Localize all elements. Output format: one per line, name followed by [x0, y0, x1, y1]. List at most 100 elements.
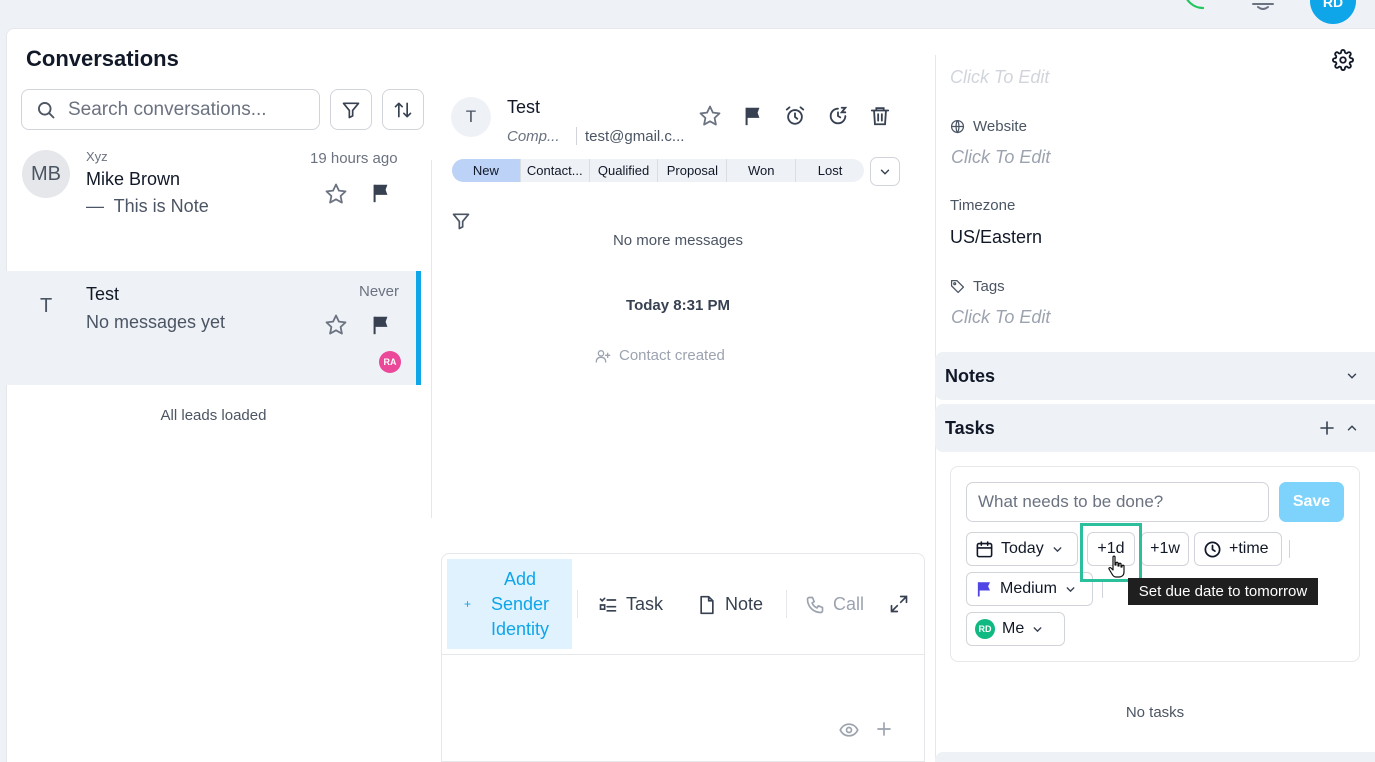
- flag-icon[interactable]: [370, 314, 392, 336]
- clock-icon: [1203, 540, 1222, 559]
- add-sender-identity-label: Add Sender Identity: [490, 568, 550, 639]
- chevron-down-icon: [1031, 623, 1044, 636]
- gear-icon[interactable]: [1332, 49, 1354, 71]
- note-tab[interactable]: Note: [697, 594, 763, 615]
- call-tab-label: Call: [833, 594, 865, 614]
- conversation-company: Xyz: [86, 149, 108, 164]
- add-time-button[interactable]: +time: [1194, 532, 1282, 566]
- truncated-field: Click To Edit: [950, 55, 1150, 95]
- user-plus-icon: [595, 348, 611, 364]
- bell-icon[interactable]: [1250, 0, 1276, 10]
- message-editor[interactable]: [442, 655, 924, 762]
- due-date-label: Today: [1001, 540, 1044, 557]
- stage-won[interactable]: Won: [727, 159, 797, 182]
- page-title: Conversations: [26, 46, 179, 71]
- stage-lost[interactable]: Lost: [796, 159, 864, 182]
- truncated-edit-value[interactable]: Click To Edit: [950, 67, 1049, 88]
- snooze-icon[interactable]: [827, 105, 849, 127]
- chevron-up-icon: [1345, 421, 1359, 435]
- timezone-label: Timezone: [950, 197, 1016, 214]
- plus-one-week-button[interactable]: +1w: [1141, 532, 1189, 566]
- tags-value[interactable]: Click To Edit: [951, 307, 1050, 328]
- sort-icon: [393, 100, 413, 120]
- phone-icon: [805, 595, 825, 615]
- conversation-preview: No messages yet: [86, 312, 226, 332]
- search-box[interactable]: [21, 89, 320, 130]
- avatar-initials: MB: [31, 162, 61, 185]
- sort-button[interactable]: [382, 89, 424, 130]
- expand-icon[interactable]: [889, 594, 909, 614]
- trash-icon[interactable]: [869, 105, 891, 127]
- eye-icon[interactable]: [838, 720, 860, 740]
- avatar: MB: [22, 150, 70, 198]
- assignee-avatar: RD: [975, 619, 995, 639]
- chevron-down-icon: [1064, 583, 1077, 596]
- flag-icon: [975, 580, 993, 598]
- top-bar: [0, 0, 1375, 28]
- website-label: Website: [973, 118, 1027, 135]
- no-more-messages: No more messages: [612, 232, 744, 249]
- flag-icon[interactable]: [370, 182, 392, 204]
- contact-email[interactable]: test@gmail.c...: [585, 128, 684, 145]
- note-tab-label: Note: [725, 594, 764, 614]
- plus-icon[interactable]: [875, 720, 893, 738]
- conversation-item-mike-brown[interactable]: MB Xyz Mike Brown — This is Note 19 hour…: [6, 140, 421, 268]
- filter-icon[interactable]: [451, 211, 471, 231]
- tags-label-row: Tags: [950, 278, 1005, 295]
- tag-icon: [950, 279, 965, 294]
- activity-text: Contact created: [619, 347, 725, 364]
- notes-section-header[interactable]: Notes: [935, 352, 1375, 400]
- chevron-down-icon: [878, 165, 892, 179]
- contact-avatar: T: [451, 97, 491, 137]
- due-date-dropdown[interactable]: Today: [966, 532, 1078, 566]
- tooltip: Set due date to tomorrow: [1128, 578, 1318, 605]
- divider: [1102, 580, 1103, 598]
- conversation-name: Mike Brown: [86, 169, 181, 189]
- filter-button[interactable]: [330, 89, 372, 130]
- website-value[interactable]: Click To Edit: [951, 147, 1050, 168]
- priority-dropdown[interactable]: Medium: [966, 572, 1093, 606]
- stage-dropdown-button[interactable]: [870, 157, 900, 186]
- globe-icon: [950, 119, 965, 134]
- conversation-name: Test: [86, 284, 120, 304]
- filter-icon: [341, 100, 361, 120]
- notes-section-title: Notes: [945, 365, 996, 386]
- stage-contacted[interactable]: Contact...: [521, 159, 590, 182]
- tasks-section-title: Tasks: [945, 417, 995, 438]
- contact-name: Test: [507, 97, 541, 117]
- list-footer: All leads loaded: [160, 407, 267, 424]
- add-task-plus-icon[interactable]: [1319, 420, 1335, 436]
- assignee-dropdown[interactable]: RD Me: [966, 612, 1065, 646]
- alarm-clock-icon[interactable]: [784, 105, 806, 127]
- website-label-row: Website: [950, 118, 1027, 135]
- task-tab[interactable]: Task: [598, 594, 663, 615]
- timezone-value[interactable]: US/Eastern: [950, 227, 1042, 248]
- add-sender-identity-button[interactable]: + Add Sender Identity: [447, 559, 572, 649]
- conversation-item-test[interactable]: T Test No messages yet Never RA: [6, 271, 421, 385]
- star-icon[interactable]: [324, 313, 348, 337]
- call-tab[interactable]: Call: [805, 594, 864, 615]
- search-input[interactable]: [68, 98, 308, 121]
- star-icon[interactable]: [698, 104, 722, 128]
- stage-proposal[interactable]: Proposal: [658, 159, 728, 182]
- checklist-icon: [598, 595, 618, 615]
- avatar: T: [40, 295, 53, 317]
- contact-company[interactable]: Comp...: [507, 128, 560, 145]
- chevron-down-icon: [1345, 369, 1359, 383]
- date-divider: Today 8:31 PM: [626, 297, 730, 314]
- stage-qualified[interactable]: Qualified: [590, 159, 659, 182]
- divider: [431, 160, 432, 518]
- conversation-time: 19 hours ago: [310, 150, 398, 167]
- activity-contact-created: Contact created: [595, 347, 725, 364]
- user-avatar-initials: RD: [1322, 0, 1344, 10]
- tasks-section-header[interactable]: Tasks: [935, 404, 1375, 452]
- save-task-button[interactable]: Save: [1279, 482, 1344, 522]
- flag-icon[interactable]: [742, 105, 764, 127]
- star-icon[interactable]: [324, 182, 348, 206]
- plus-icon: +: [463, 596, 471, 611]
- phone-icon[interactable]: [1180, 0, 1208, 12]
- stage-new[interactable]: New: [452, 159, 521, 182]
- task-title-input[interactable]: [966, 482, 1269, 522]
- task-tab-label: Task: [626, 594, 664, 614]
- divider: [1289, 540, 1290, 558]
